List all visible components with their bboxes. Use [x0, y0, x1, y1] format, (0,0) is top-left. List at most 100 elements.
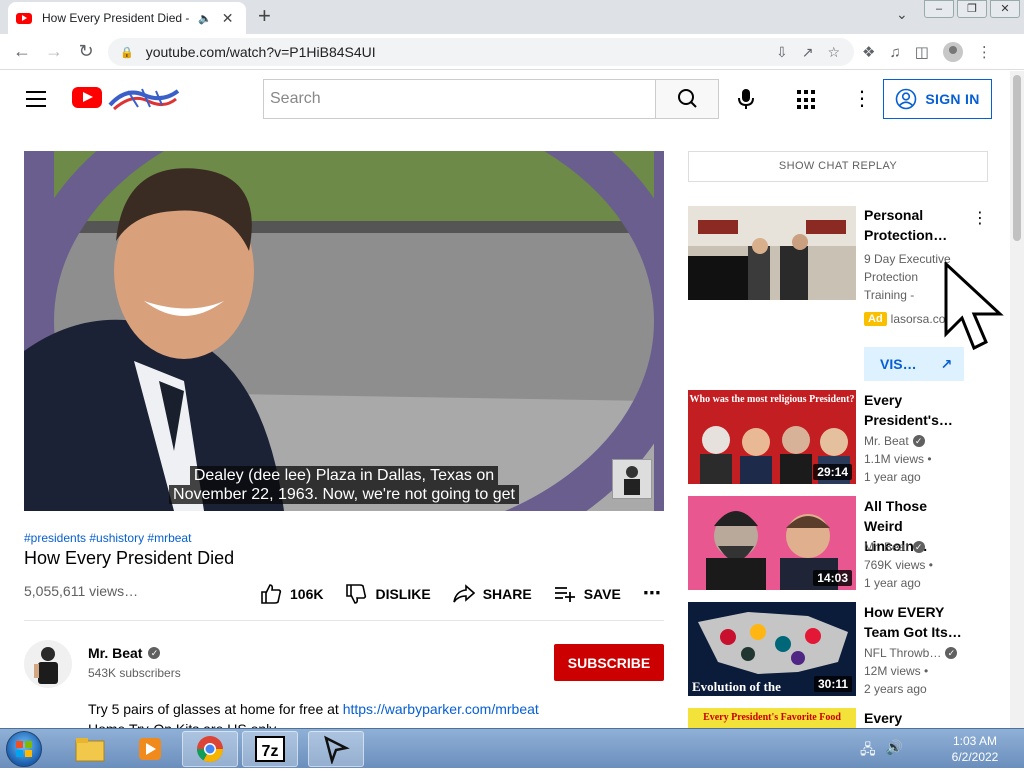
apps-grid-icon[interactable]	[797, 90, 817, 110]
reload-icon[interactable]: ↻	[70, 41, 102, 62]
save-button[interactable]: SAVE	[554, 584, 621, 604]
taskbar-explorer[interactable]	[62, 731, 118, 767]
share-page-icon[interactable]: ↗	[802, 44, 814, 61]
share-icon	[452, 583, 475, 602]
install-app-icon[interactable]: ⇩	[776, 44, 788, 61]
video-thumbnail[interactable]: Evolution of the 30:11	[688, 602, 856, 696]
speaker-icon[interactable]: 🔈	[198, 12, 212, 25]
close-tab-icon[interactable]: ✕	[222, 10, 234, 27]
visit-label: VIS…	[880, 356, 917, 372]
microphone-icon[interactable]	[736, 88, 756, 110]
show-chat-replay-button[interactable]: SHOW CHAT REPLAY	[688, 151, 988, 182]
taskbar: 7z 🖧 🔊 1:03 AM 6/2/2022	[0, 728, 1024, 768]
chrome-menu-icon[interactable]: ⋮	[977, 43, 992, 61]
side-panel-icon[interactable]: ◫	[915, 43, 929, 61]
ad-more-icon[interactable]: ⋮	[972, 208, 988, 228]
menu-icon[interactable]	[26, 91, 46, 112]
recommendation-item[interactable]: Every President's Favorite Food Every	[688, 708, 988, 728]
address-bar[interactable]: 🔒 youtube.com/watch?v=P1HiB84S4UI ⇩ ↗ ☆	[108, 38, 854, 66]
watermark-thumbnail[interactable]	[612, 459, 652, 499]
omnibox-actions: ⇩ ↗ ☆	[776, 44, 840, 61]
channel-line[interactable]: Mr. Beat ✓	[864, 540, 925, 554]
start-button[interactable]	[6, 731, 42, 767]
video-title[interactable]: Every	[864, 708, 964, 728]
forward-icon[interactable]: →	[38, 41, 70, 62]
network-icon[interactable]: 🖧	[860, 739, 876, 763]
video-thumbnail[interactable]: 14:03	[688, 496, 856, 590]
doodle-logo-icon[interactable]	[108, 85, 180, 111]
video-duration: 29:14	[813, 464, 852, 480]
view-count: 12M views •	[864, 664, 929, 678]
dislike-label: DISLIKE	[375, 585, 431, 602]
chrome-icon	[196, 736, 224, 763]
view-count[interactable]: 5,055,611 views…	[24, 583, 138, 599]
taskbar-pointer-app[interactable]	[308, 731, 364, 767]
video-duration: 30:11	[813, 676, 852, 692]
restore-button[interactable]: ❐	[957, 0, 987, 18]
clock-time: 1:03 AM	[952, 734, 998, 748]
video-title: How Every President Died	[24, 548, 235, 568]
visit-site-button[interactable]: VIS… ↗	[864, 347, 964, 381]
settings-more-icon[interactable]: ⋮	[852, 89, 872, 109]
back-icon[interactable]: ←	[6, 41, 38, 62]
video-player[interactable]: Dealey (dee lee) Plaza in Dallas, Texas …	[24, 151, 664, 511]
browser-tab[interactable]: How Every President Died - YouTube 🔈 ✕	[8, 2, 246, 34]
window-controls: – ❐ ✕	[921, 0, 1020, 18]
svg-text:7z: 7z	[262, 743, 279, 760]
channel-name: Mr. Beat	[864, 540, 909, 554]
channel-name[interactable]: Mr. Beat ✓	[88, 645, 161, 661]
taskbar-media-player[interactable]	[122, 731, 178, 767]
new-tab-button[interactable]: +	[258, 4, 271, 28]
extensions-icon[interactable]: ❖	[862, 43, 875, 61]
youtube-logo[interactable]	[72, 87, 102, 108]
verified-icon: ✓	[912, 541, 925, 553]
profile-icon[interactable]	[942, 42, 963, 62]
system-tray: 🖧 🔊	[860, 739, 903, 763]
thumb-caption: Evolution of the	[692, 679, 781, 694]
ad-tag: Ad lasorsa.com	[864, 312, 955, 326]
description-link[interactable]: https://warbyparker.com/mrbeat	[343, 701, 539, 717]
video-frame	[24, 151, 664, 511]
upload-age: 2 years ago	[864, 682, 927, 696]
caption-line-1: Dealey (dee lee) Plaza in Dallas, Texas …	[189, 466, 499, 485]
scrollbar-thumb[interactable]	[1013, 75, 1021, 241]
share-button[interactable]: SHARE	[452, 583, 532, 604]
video-thumbnail[interactable]: Every President's Favorite Food	[688, 708, 856, 728]
description-text: Try 5 pairs of glasses at home for free …	[88, 701, 343, 717]
volume-icon[interactable]: 🔊	[886, 739, 903, 763]
ad-thumbnail[interactable]	[688, 206, 856, 300]
windows-logo-icon	[16, 741, 32, 757]
page-scrollbar[interactable]	[1010, 71, 1024, 728]
like-button[interactable]: 106K	[260, 583, 323, 604]
taskbar-7zip[interactable]: 7z	[242, 731, 298, 767]
clock[interactable]: 1:03 AM 6/2/2022	[940, 733, 1010, 765]
lock-icon[interactable]: 🔒	[120, 46, 134, 59]
video-title[interactable]: How EVERY Team Got Its…	[864, 602, 964, 642]
save-label: SAVE	[583, 585, 621, 602]
channel-line[interactable]: NFL Throwb… ✓	[864, 646, 958, 660]
media-control-icon[interactable]: ♫	[889, 44, 900, 61]
tab-title: How Every President Died - YouTube	[42, 11, 192, 25]
sign-in-button[interactable]: SIGN IN	[883, 79, 992, 119]
search-button[interactable]	[655, 79, 719, 119]
more-actions-icon[interactable]: ⋯	[643, 583, 661, 604]
url-text: youtube.com/watch?v=P1HiB84S4UI	[145, 44, 376, 60]
description-line: Try 5 pairs of glasses at home for free …	[88, 701, 539, 717]
minimize-button[interactable]: –	[924, 0, 954, 18]
taskbar-chrome[interactable]	[182, 731, 238, 767]
dislike-button[interactable]: DISLIKE	[345, 583, 431, 604]
subscribe-button[interactable]: SUBSCRIBE	[554, 644, 664, 681]
search-input[interactable]: Search	[263, 79, 656, 119]
hashtags[interactable]: #presidents #ushistory #mrbeat	[24, 531, 191, 545]
video-actions: 106K DISLIKE SHARE SAVE ⋯	[260, 583, 683, 604]
playlist-add-icon	[554, 586, 575, 602]
window-close-button[interactable]: ✕	[990, 0, 1020, 18]
bookmark-star-icon[interactable]: ☆	[827, 44, 840, 61]
verified-icon: ✓	[148, 647, 161, 659]
channel-line[interactable]: Mr. Beat ✓	[864, 434, 925, 448]
video-thumbnail[interactable]: Who was the most religious President? 29…	[688, 390, 856, 484]
video-title[interactable]: Every President's…	[864, 390, 964, 430]
tab-search-icon[interactable]: ⌄	[896, 6, 908, 23]
ad-title[interactable]: Personal Protection…	[864, 205, 964, 245]
channel-avatar[interactable]	[24, 640, 72, 688]
